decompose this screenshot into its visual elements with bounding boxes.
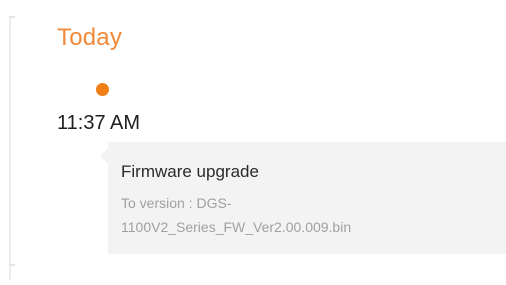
day-heading: Today	[57, 24, 123, 51]
event-detail-line: 1100V2_Series_FW_Ver2.00.009.bin	[121, 219, 352, 235]
event-detail-line: To version : DGS-	[121, 195, 232, 211]
event-detail: To version : DGS- 1100V2_Series_FW_Ver2.…	[121, 191, 481, 239]
event-time: 11:37 AM	[57, 112, 141, 134]
event-log-page: Today 11:37 AM Firmware upgrade To versi…	[0, 0, 506, 285]
left-rule-tick	[9, 16, 15, 18]
left-rule-tick	[9, 264, 15, 266]
event-card-pointer	[100, 148, 108, 164]
timeline-left-rule	[9, 16, 15, 280]
event-card: Firmware upgrade To version : DGS- 1100V…	[100, 142, 506, 254]
timeline-dot-icon	[96, 83, 109, 96]
event-title: Firmware upgrade	[121, 162, 259, 181]
